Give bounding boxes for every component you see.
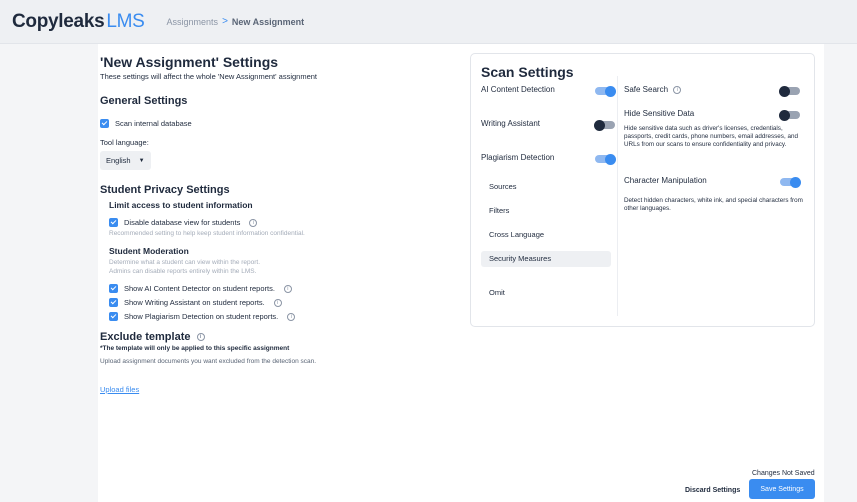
plagiarism-detection-toggle[interactable] xyxy=(595,153,616,165)
moderation-writing-checkbox[interactable] xyxy=(109,298,118,307)
general-settings-heading: General Settings xyxy=(100,95,188,107)
breadcrumb-current: New Assignment xyxy=(231,16,305,27)
scan-internal-checkbox[interactable] xyxy=(100,119,109,128)
char-manipulation-description: Detect hidden characters, white ink, and… xyxy=(624,197,803,212)
info-icon[interactable]: i xyxy=(287,312,296,321)
moderation-item: Show AI Content Detector on student repo… xyxy=(109,284,440,293)
moderation-hint-1: Determine what a student can view within… xyxy=(109,259,261,266)
sub-item-omit[interactable]: Omit xyxy=(481,285,611,301)
discard-settings-button[interactable]: Discard Settings xyxy=(685,487,740,494)
sub-item-sources[interactable]: Sources xyxy=(481,179,611,195)
toggle-knob xyxy=(605,85,616,97)
moderation-item: Show Writing Assistant on student report… xyxy=(109,298,440,307)
toggle-knob xyxy=(779,85,790,97)
privacy-heading: Student Privacy Settings xyxy=(100,184,230,196)
moderation-plagiarism-label: Show Plagiarism Detection on student rep… xyxy=(124,312,279,321)
info-icon[interactable]: i xyxy=(283,284,292,293)
limit-access-heading: Limit access to student information xyxy=(109,200,253,210)
save-settings-button[interactable]: Save Settings xyxy=(749,479,815,499)
ai-content-detection-label: AI Content Detection xyxy=(481,85,555,94)
disable-db-hint: Recommended setting to help keep student… xyxy=(109,230,305,237)
sub-item-filters[interactable]: Filters xyxy=(481,203,611,219)
scan-internal-label: Scan internal database xyxy=(115,119,192,128)
tool-language-value: English xyxy=(106,156,131,165)
safe-search-toggle[interactable] xyxy=(779,85,800,97)
safe-search-row: Safe Search i xyxy=(624,85,682,94)
info-icon[interactable]: i xyxy=(196,333,205,342)
char-manipulation-label: Character Manipulation xyxy=(624,176,707,185)
exclude-description: Upload assignment documents you want exc… xyxy=(100,358,317,365)
breadcrumb-assignments[interactable]: Assignments xyxy=(167,17,219,27)
caret-down-icon: ▼ xyxy=(138,157,145,164)
scan-settings-title: Scan Settings xyxy=(481,64,574,80)
moderation-ai-label: Show AI Content Detector on student repo… xyxy=(124,284,275,293)
breadcrumb: Assignments > New Assignment xyxy=(167,16,305,27)
disable-db-label: Disable database view for students xyxy=(124,218,241,227)
logo-brand: Copyleaks xyxy=(12,10,105,32)
exclude-template-heading: Exclude template i xyxy=(100,331,440,343)
tool-language-select[interactable]: English ▼ xyxy=(100,151,151,170)
sub-item-security-measures[interactable]: Security Measures xyxy=(481,251,611,267)
moderation-hint-2: Admins can disable reports entirely with… xyxy=(109,268,257,275)
moderation-ai-checkbox[interactable] xyxy=(109,284,118,293)
copyleaks-logo[interactable]: Copyleaks LMS xyxy=(12,11,145,33)
hide-sensitive-label: Hide Sensitive Data xyxy=(624,109,695,118)
scan-internal-row: Scan internal database xyxy=(100,119,440,128)
unsaved-status: Changes Not Saved xyxy=(752,470,815,477)
exclude-template-title: Exclude template xyxy=(100,331,191,343)
toggle-knob xyxy=(594,119,605,131)
logo-suffix: LMS xyxy=(106,10,145,32)
plagiarism-detection-label: Plagiarism Detection xyxy=(481,153,555,162)
upload-files-link[interactable]: Upload files xyxy=(100,385,139,394)
moderation-plagiarism-checkbox[interactable] xyxy=(109,312,118,321)
sub-item-cross-language[interactable]: Cross Language xyxy=(481,227,611,243)
writing-assistant-toggle[interactable] xyxy=(594,119,615,131)
hide-sensitive-description: Hide sensitive data such as driver's lic… xyxy=(624,125,798,148)
top-bar: Copyleaks LMS Assignments > New Assignme… xyxy=(0,0,857,44)
card-divider xyxy=(617,76,618,316)
writing-assistant-label: Writing Assistant xyxy=(481,119,540,128)
info-icon[interactable]: i xyxy=(273,298,282,307)
ai-content-detection-toggle[interactable] xyxy=(595,85,616,97)
page-title: 'New Assignment' Settings xyxy=(100,54,279,70)
info-icon[interactable]: i xyxy=(249,218,258,227)
toggle-knob xyxy=(605,153,616,165)
info-icon[interactable]: i xyxy=(673,85,682,94)
scan-settings-card: Scan Settings AI Content Detection Writi… xyxy=(470,53,815,327)
moderation-writing-label: Show Writing Assistant on student report… xyxy=(124,298,265,307)
char-manipulation-toggle[interactable] xyxy=(780,176,801,188)
moderation-item: Show Plagiarism Detection on student rep… xyxy=(109,312,440,321)
hide-sensitive-toggle[interactable] xyxy=(779,109,800,121)
safe-search-label: Safe Search xyxy=(624,85,669,94)
toggle-knob xyxy=(779,109,790,121)
exclude-note: *The template will only be applied to th… xyxy=(100,345,290,352)
toggle-knob xyxy=(790,176,801,188)
assignment-settings: 'New Assignment' Settings These settings… xyxy=(100,54,440,397)
page-subtitle: These settings will affect the whole 'Ne… xyxy=(100,72,317,81)
disable-db-row: Disable database view for students i xyxy=(109,218,440,227)
breadcrumb-chevron-icon: > xyxy=(222,16,228,27)
disable-db-checkbox[interactable] xyxy=(109,218,118,227)
moderation-heading: Student Moderation xyxy=(109,246,189,256)
tool-language-label: Tool language: xyxy=(100,138,149,147)
